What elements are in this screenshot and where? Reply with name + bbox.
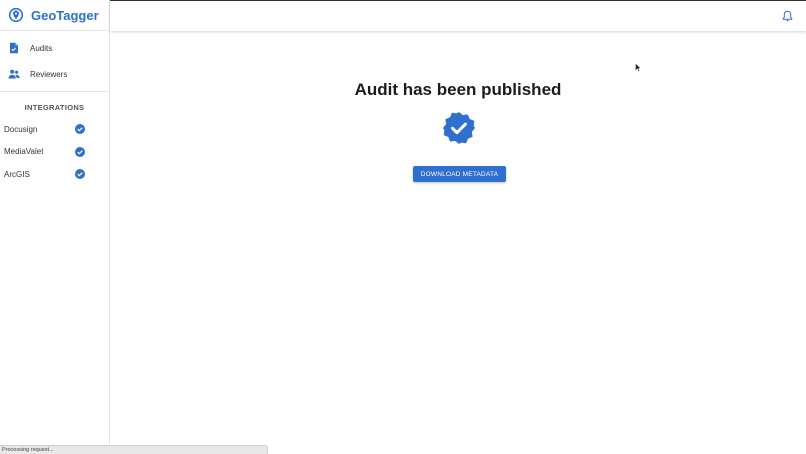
audit-document-icon [10,42,18,54]
page-title: Audit has been published [354,80,562,99]
nav-item-reviewers[interactable]: Reviewers [0,61,109,87]
check-circle-icon [75,124,85,135]
browser-status-bar: Processing request... [0,445,268,454]
integration-arcgis[interactable]: ArcGIS [0,163,109,186]
nav-item-audits[interactable]: Audits [0,35,109,61]
integration-label: ArcGIS [4,169,30,179]
nav-item-label: Reviewers [30,69,68,79]
mouse-pointer-icon [635,63,641,72]
brand[interactable]: GeoTagger [0,0,109,31]
check-circle-icon [75,146,85,157]
people-icon [8,69,20,79]
integration-mediavalet[interactable]: MediaValet [0,141,109,164]
check-circle-icon [75,169,85,180]
nav-item-label: Audits [30,43,53,53]
verified-badge-icon [443,112,475,144]
geotagger-logo-icon [8,7,24,23]
main-nav: Audits Reviewers [0,31,109,92]
app-name: GeoTagger [31,7,99,23]
top-bar [110,0,806,31]
notification-bell-icon[interactable] [782,10,793,22]
main-content: Audit has been published DOWNLOAD METADA… [110,31,806,454]
integration-docusign[interactable]: Docusign [0,118,109,141]
integration-label: Docusign [4,124,38,134]
download-metadata-button[interactable]: DOWNLOAD METADATA [413,166,506,182]
sidebar: GeoTagger Audits Reviewers INTEGRATIONS … [0,0,110,454]
integrations-title: INTEGRATIONS [24,103,85,112]
integration-label: MediaValet [4,147,44,157]
